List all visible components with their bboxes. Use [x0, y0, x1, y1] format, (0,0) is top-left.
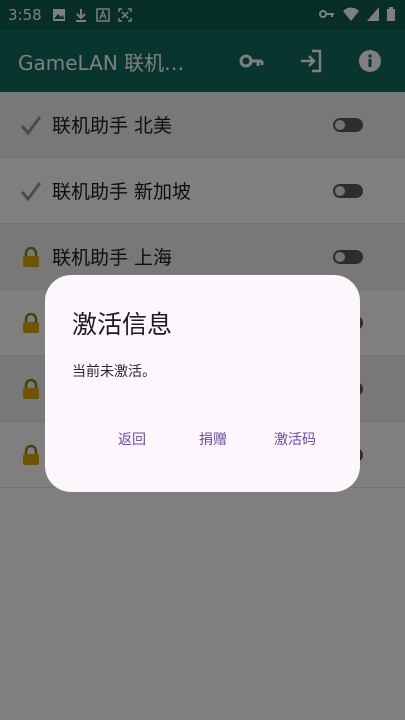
donate-button[interactable]: 捐赠 — [197, 425, 229, 453]
dialog-message: 当前未激活。 — [72, 364, 156, 380]
activation-dialog: 激活信息 当前未激活。 返回 捐赠 激活码 — [45, 275, 360, 492]
back-button[interactable]: 返回 — [116, 425, 148, 453]
dialog-title: 激活信息 — [72, 310, 173, 339]
activation-code-button[interactable]: 激活码 — [272, 425, 318, 453]
